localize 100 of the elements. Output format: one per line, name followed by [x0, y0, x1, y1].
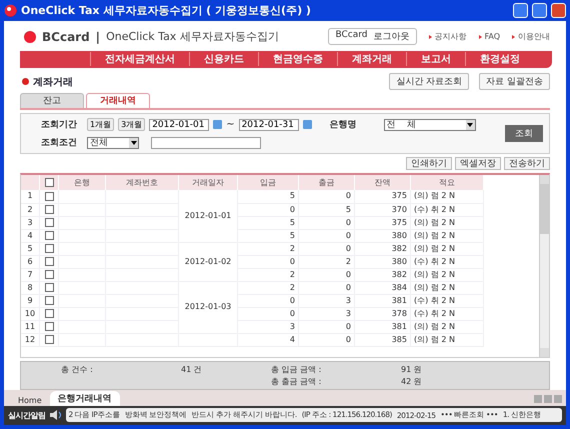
minimize-button[interactable]	[513, 3, 528, 18]
bank-dropdown[interactable]: 전 체	[384, 118, 476, 131]
row-checkbox[interactable]	[44, 308, 54, 318]
logout-link[interactable]: 로그아웃	[374, 30, 410, 44]
close-button[interactable]	[551, 3, 566, 18]
field-label: 은행명	[330, 119, 358, 132]
row-checkbox[interactable]	[44, 270, 54, 279]
dropdown-arrow-icon[interactable]	[467, 122, 474, 127]
action-button[interactable]: 실시간 자료조회	[389, 73, 470, 90]
table-cell: 380	[392, 256, 407, 266]
row-number: 4	[21, 229, 40, 242]
menu-item[interactable]: 전자세금계산서	[90, 52, 189, 66]
product-name: OneClick Tax 세무자료자동수집기	[106, 29, 280, 44]
menu-item[interactable]: 환경설정	[465, 52, 534, 66]
row-checkbox[interactable]	[44, 230, 54, 240]
app-icon	[4, 4, 17, 17]
table-cell: (수) 취 2 N	[414, 308, 455, 318]
row-checkbox[interactable]	[44, 218, 54, 227]
row-checkbox[interactable]	[44, 244, 54, 253]
tab[interactable]: 거래내역	[86, 93, 150, 108]
table-cell: 384	[392, 282, 407, 292]
table-cell: 2	[290, 270, 295, 279]
field-label: 조회조건	[41, 137, 78, 150]
table-cell: 3	[346, 296, 351, 305]
table-cell: 380	[392, 230, 407, 240]
search-field[interactable]	[151, 136, 261, 149]
page-title: 계좌거래	[33, 76, 74, 89]
table-cell: (의) 럼 2 N	[414, 270, 455, 279]
table-cell: 0	[346, 282, 351, 292]
table-cell: 3	[290, 322, 295, 331]
table-cell: 2	[290, 282, 295, 292]
calendar-icon[interactable]	[302, 120, 312, 130]
document-tab[interactable]: 은행거래내역	[50, 390, 120, 406]
dropdown-arrow-icon[interactable]	[130, 140, 136, 145]
column-header: 거래일자	[178, 175, 238, 190]
row-number: 2	[21, 203, 40, 216]
table-cell: 5	[290, 191, 295, 200]
toolbar-button[interactable]: 인쇄하기	[406, 157, 452, 170]
table-cell: 378	[392, 308, 407, 318]
table-cell: 381	[392, 296, 407, 305]
table-cell: 2012-01-03	[184, 302, 232, 312]
table-cell: 5	[290, 230, 295, 240]
action-button[interactable]: 자료 일괄전송	[479, 73, 550, 90]
table-cell: 0	[346, 244, 351, 253]
brand-name: BCcard	[42, 30, 90, 44]
row-checkbox[interactable]	[44, 282, 54, 292]
table-cell: 0	[290, 204, 295, 214]
calendar-icon[interactable]	[213, 120, 222, 130]
menu-item[interactable]: 계좌거래	[337, 52, 406, 66]
table-cell: 0	[346, 191, 351, 200]
table-cell: 0	[346, 322, 351, 331]
menu-item[interactable]: 보고서	[406, 52, 465, 66]
document-tab[interactable]: Home	[10, 394, 50, 406]
row-checkbox[interactable]	[44, 204, 54, 214]
table-cell: 2012-01-01	[184, 210, 232, 220]
table-cell: (의) 럼 2 N	[414, 191, 455, 200]
table-cell: 370	[392, 204, 407, 214]
speaker-icon	[50, 410, 62, 420]
period-button[interactable]: 1개월	[87, 118, 114, 132]
date-field[interactable]: 2012-01-01	[149, 118, 210, 131]
date-field[interactable]: 2012-01-31	[238, 118, 299, 131]
row-checkbox[interactable]	[44, 322, 54, 331]
row-number: 11	[21, 320, 40, 334]
column-header: 잔액	[354, 175, 410, 190]
row-number: 3	[21, 216, 40, 230]
toolbar-button[interactable]: 전송하기	[504, 157, 550, 170]
table-cell: 0	[290, 256, 295, 266]
table-cell: 2	[290, 244, 295, 253]
row-checkbox[interactable]	[44, 296, 54, 305]
table-cell: 381	[392, 322, 407, 331]
header-link[interactable]: 이용안내	[512, 31, 550, 42]
header-link[interactable]: 공지사항	[428, 31, 466, 42]
table-cell: 375	[392, 191, 407, 200]
tab[interactable]: 잔고	[20, 93, 84, 108]
period-button[interactable]: 3개월	[118, 118, 146, 132]
row-checkbox[interactable]	[44, 256, 54, 266]
table-cell: (의) 럼 2 N	[414, 244, 455, 253]
column-header: 은행	[58, 175, 106, 190]
menu-item[interactable]: 신용카드	[189, 52, 258, 66]
table-cell: 0	[346, 218, 351, 227]
condition-dropdown[interactable]: 전체	[87, 136, 139, 149]
summary-label: 총 입금 금액 :	[271, 364, 322, 376]
row-checkbox[interactable]	[44, 334, 54, 344]
search-button[interactable]: 조회	[505, 125, 543, 142]
header-link[interactable]: FAQ	[478, 32, 500, 42]
row-checkbox[interactable]	[44, 192, 54, 201]
field-label: 조회기간	[41, 119, 78, 132]
range-separator: ~	[226, 119, 235, 130]
table-cell: (의) 럼 2 N	[414, 230, 455, 240]
select-all-checkbox[interactable]	[44, 178, 54, 188]
table-cell: (수) 취 2 N	[414, 204, 455, 214]
row-number: 10	[21, 307, 40, 320]
table-cell: (의) 럼 2 N	[414, 334, 455, 344]
summary-value: 41 건	[181, 364, 203, 376]
toolbar-button[interactable]: 엑셀저장	[455, 157, 501, 170]
table-cell: (의) 럼 2 N	[414, 218, 455, 227]
column-header: 계좌번호	[106, 175, 178, 190]
maximize-button[interactable]	[532, 3, 547, 18]
table-cell: 375	[392, 218, 407, 227]
menu-item[interactable]: 현금영수증	[258, 52, 337, 66]
